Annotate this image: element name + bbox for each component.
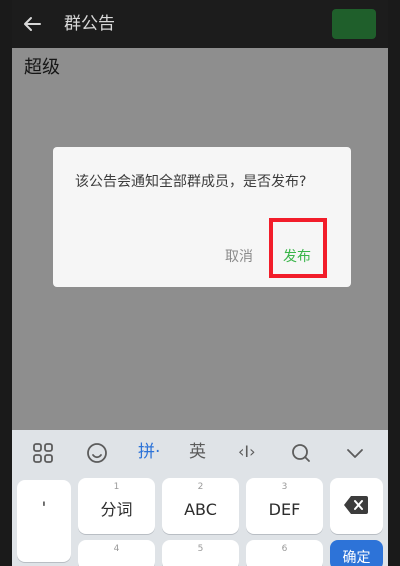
key-4[interactable]: 4: [78, 540, 155, 566]
cancel-button[interactable]: 取消: [225, 247, 253, 267]
key-1[interactable]: 1 分词: [78, 478, 155, 534]
keyboard-keys: ' 1 分词 2 ABC 3 DEF 4 5 6 确定: [12, 478, 388, 566]
keyboard: 拼· 英 ‹I› ' 1 分词 2 ABC 3 DEF 4 5 6 确定: [12, 430, 388, 566]
key-2[interactable]: 2 ABC: [162, 478, 239, 534]
key-1-number: 1: [113, 482, 120, 492]
delete-key[interactable]: [330, 478, 383, 534]
highlight-box: [269, 218, 327, 278]
key-3[interactable]: 3 DEF: [246, 478, 323, 534]
confirm-key[interactable]: 确定: [330, 540, 383, 566]
key-2-label: ABC: [184, 500, 217, 519]
key-6-number: 6: [281, 544, 288, 554]
publish-button[interactable]: [332, 9, 376, 39]
key-4-number: 4: [113, 544, 120, 554]
key-3-label: DEF: [268, 500, 301, 519]
key-6[interactable]: 6: [246, 540, 323, 566]
english-mode-button[interactable]: 英: [189, 440, 206, 464]
punctuation-key[interactable]: ': [17, 480, 71, 562]
grid-icon[interactable]: [31, 441, 55, 465]
punctuation-key-label: ': [41, 498, 47, 517]
search-icon[interactable]: [289, 441, 313, 465]
cursor-control-button[interactable]: ‹I›: [238, 440, 256, 464]
keyboard-toolbar: 拼· 英 ‹I›: [12, 430, 388, 474]
emoji-icon[interactable]: [85, 441, 109, 465]
key-5[interactable]: 5: [162, 540, 239, 566]
back-button[interactable]: [20, 12, 44, 36]
phone-screen: 群公告 超级 该公告会通知全部群成员，是否发布? 取消 发布 拼· 英 ‹I› …: [12, 0, 388, 566]
key-5-number: 5: [197, 544, 204, 554]
confirm-key-label: 确定: [342, 550, 371, 566]
key-1-label: 分词: [100, 500, 133, 519]
dialog-message: 该公告会通知全部群成员，是否发布?: [75, 174, 307, 190]
chevron-down-icon[interactable]: [343, 441, 367, 465]
delete-icon: [342, 494, 370, 516]
pinyin-mode-button[interactable]: 拼·: [138, 440, 160, 464]
key-3-number: 3: [281, 482, 288, 492]
page-title: 群公告: [64, 14, 115, 34]
announcement-text[interactable]: 超级: [24, 58, 60, 78]
key-2-number: 2: [197, 482, 204, 492]
top-bar: 群公告: [12, 0, 388, 48]
back-arrow-icon: [24, 17, 41, 31]
